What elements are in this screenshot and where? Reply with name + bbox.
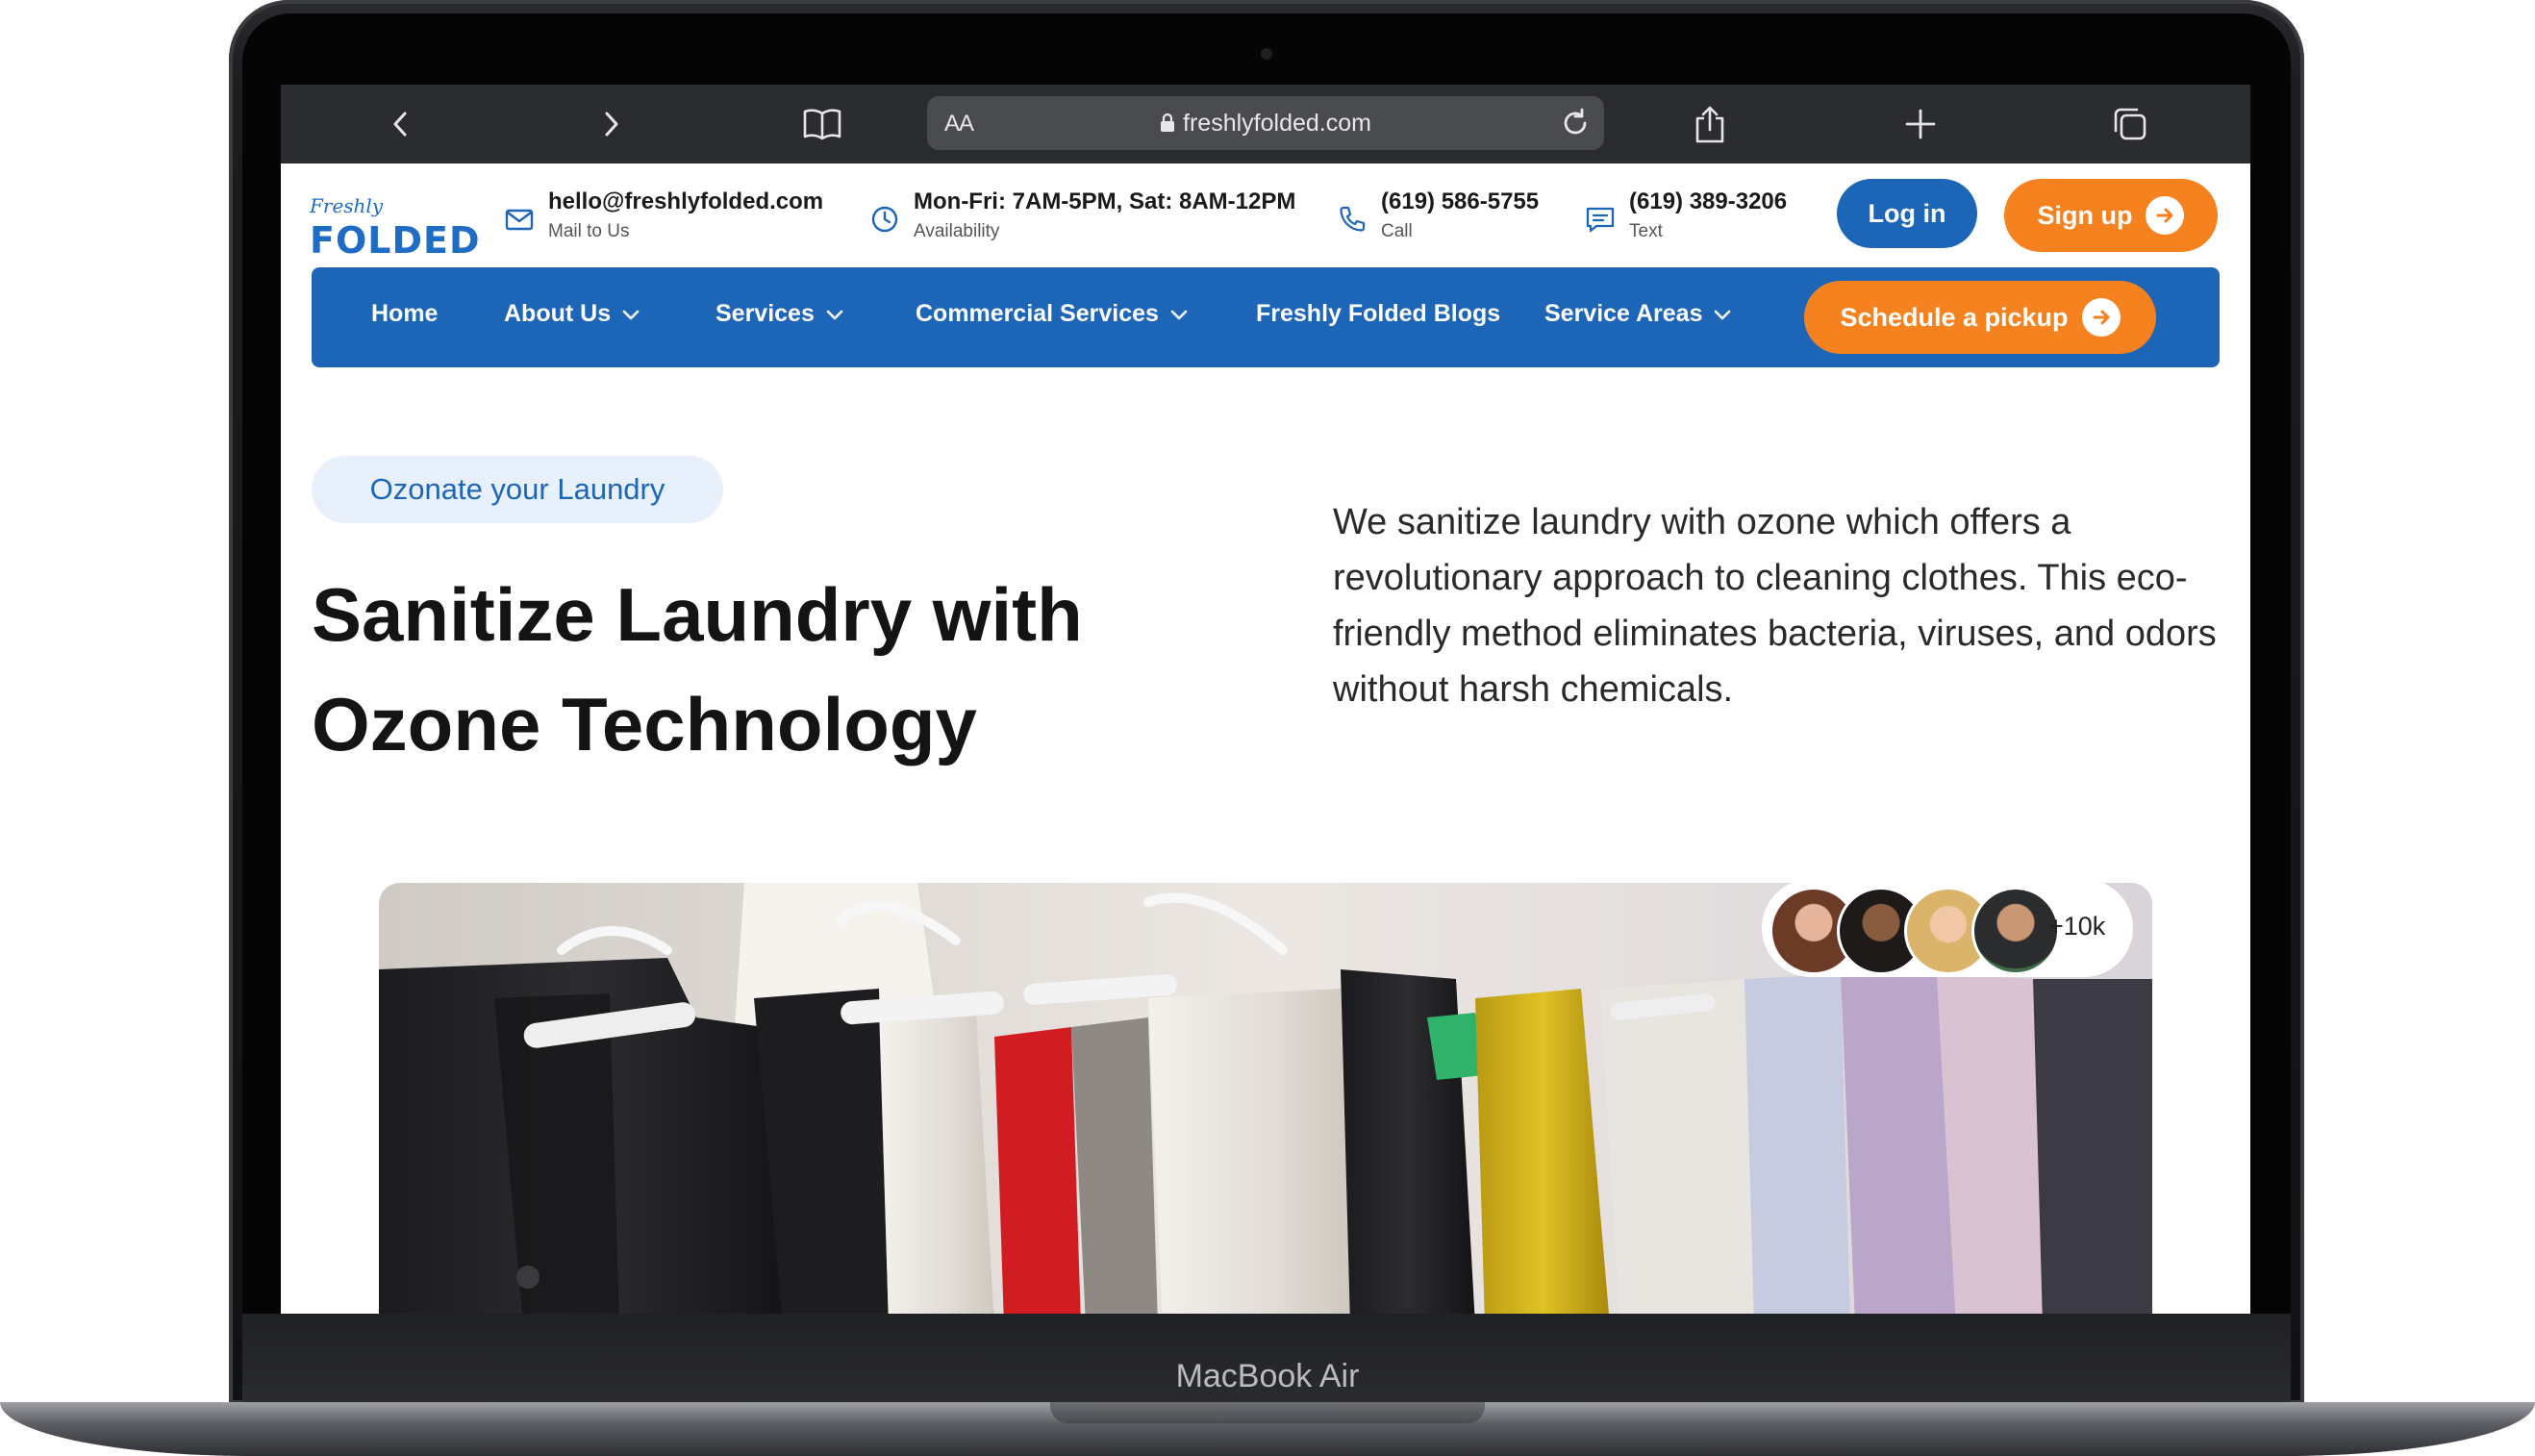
share-icon xyxy=(1695,106,1724,143)
address-bar[interactable]: AA freshlyfolded.com xyxy=(927,96,1604,150)
section-tag: Ozonate your Laundry xyxy=(312,456,723,523)
schedule-pickup-button[interactable]: Schedule a pickup xyxy=(1804,281,2156,354)
chevron-right-icon xyxy=(605,112,618,137)
forward-button[interactable] xyxy=(587,100,635,148)
mail-icon xyxy=(505,209,534,231)
logo-word: FOLDED xyxy=(310,219,481,262)
customer-avatar xyxy=(1971,887,2060,975)
nav-label: Services xyxy=(715,300,815,327)
nav-item-about-us[interactable]: About Us xyxy=(504,300,641,328)
back-button[interactable] xyxy=(377,100,425,148)
hours-value: Mon-Fri: 7AM-5PM, Sat: 8AM-12PM xyxy=(914,188,1296,214)
call-sub: Call xyxy=(1381,221,1413,241)
nav-label: About Us xyxy=(504,300,612,327)
browser-toolbar: AA freshlyfolded.com xyxy=(281,85,2250,163)
nav-label: Home xyxy=(371,300,439,327)
message-icon xyxy=(1586,207,1615,233)
login-button[interactable]: Log in xyxy=(1837,179,1977,248)
nav-label: Service Areas xyxy=(1544,300,1703,327)
email-value: hello@freshlyfolded.com xyxy=(548,188,824,214)
signup-button[interactable]: Sign up xyxy=(2004,179,2218,252)
hero-title-line-1: Sanitize Laundry with xyxy=(312,572,1083,657)
hero-description: We sanitize laundry with ozone which off… xyxy=(1333,502,2217,710)
bookmarks-button[interactable] xyxy=(798,100,846,148)
chevron-down-icon xyxy=(826,310,843,319)
camera xyxy=(1261,48,1272,60)
chevron-down-icon xyxy=(1715,310,1731,319)
hero-title-line-2: Ozone Technology xyxy=(312,682,977,766)
hero-title: Sanitize Laundry with Ozone Technology xyxy=(312,560,1235,779)
email-sub: Mail to Us xyxy=(548,221,630,241)
arrow-right-icon xyxy=(2146,196,2185,235)
url-text: freshlyfolded.com xyxy=(1183,110,1371,137)
hours-sub: Availability xyxy=(914,221,1000,241)
call-value: (619) 586-5755 xyxy=(1381,188,1540,214)
text-value: (619) 389-3206 xyxy=(1629,188,1788,214)
section-tag-label: Ozonate your Laundry xyxy=(369,472,665,506)
share-button[interactable] xyxy=(1686,100,1734,148)
model-label: MacBook Air xyxy=(1175,1358,1360,1394)
plus-icon xyxy=(1905,109,1936,139)
nav-item-blogs[interactable]: Freshly Folded Blogs xyxy=(1256,300,1500,328)
lock-icon xyxy=(1161,113,1175,132)
signup-label: Sign up xyxy=(2037,200,2133,230)
text-sub: Text xyxy=(1629,221,1663,241)
tabs-button[interactable] xyxy=(2106,100,2154,148)
phone-icon xyxy=(1340,206,1366,232)
nav-item-service-areas[interactable]: Service Areas xyxy=(1544,300,1733,328)
book-icon xyxy=(803,109,841,140)
laptop-hinge-notch xyxy=(1050,1402,1485,1423)
nav-item-commercial-services[interactable]: Commercial Services xyxy=(916,300,1190,328)
main-nav: Home About Us Services Commercial Servic… xyxy=(312,267,2220,367)
nav-label: Freshly Folded Blogs xyxy=(1256,300,1501,327)
reload-icon[interactable] xyxy=(1558,106,1593,140)
url-text-row: freshlyfolded.com xyxy=(927,110,1604,138)
customer-count: +10k xyxy=(2048,912,2106,941)
customer-avatars: +10k xyxy=(1762,879,2133,977)
chevron-down-icon xyxy=(1170,310,1188,319)
nav-item-home[interactable]: Home xyxy=(371,300,438,328)
arrow-right-icon xyxy=(2081,298,2121,337)
new-tab-button[interactable] xyxy=(1896,100,1945,148)
chevron-left-icon xyxy=(393,112,407,137)
clock-icon xyxy=(871,206,898,233)
schedule-label: Schedule a pickup xyxy=(1840,302,2069,332)
login-label: Log in xyxy=(1868,198,1946,228)
site-logo[interactable]: Freshly FOLDED xyxy=(310,194,480,262)
nav-label: Commercial Services xyxy=(916,300,1159,327)
tabs-icon xyxy=(2114,108,2146,140)
chevron-down-icon xyxy=(622,310,640,319)
nav-item-services[interactable]: Services xyxy=(715,300,845,328)
logo-script: Freshly xyxy=(310,194,384,217)
screen: AA freshlyfolded.com Freshly FOLDED hell… xyxy=(281,85,2250,1314)
